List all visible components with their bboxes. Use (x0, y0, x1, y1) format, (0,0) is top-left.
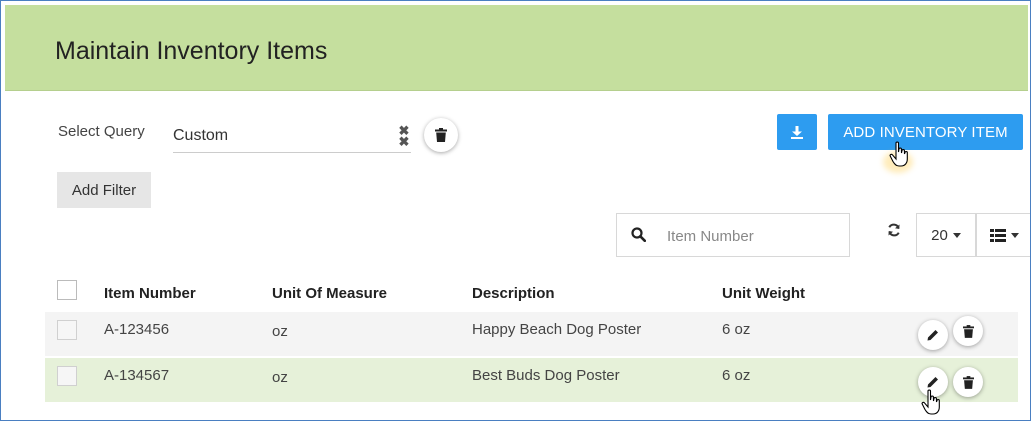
pencil-icon (927, 330, 938, 341)
hover-highlight (883, 151, 913, 173)
column-header-unit-weight[interactable]: Unit Weight (722, 285, 805, 302)
pencil-icon (927, 377, 938, 388)
query-select[interactable]: Custom ✖ ✖ (173, 119, 411, 153)
item-number-cell: A-123456 (104, 321, 170, 338)
search-box (616, 213, 850, 257)
refresh-icon[interactable] (887, 223, 901, 237)
column-header-item-number[interactable]: Item Number (104, 285, 196, 302)
page-header: Maintain Inventory Items (5, 5, 1028, 91)
unit-cell: oz (272, 323, 288, 340)
table-row[interactable]: A-134567 oz Best Buds Dog Poster 6 oz (45, 358, 1018, 402)
edit-button[interactable] (918, 367, 948, 397)
page-size-value: 20 (931, 226, 948, 244)
unit-cell: oz (272, 369, 288, 386)
download-button[interactable] (777, 114, 817, 150)
chevron-down-icon (1010, 232, 1019, 238)
add-filter-button[interactable]: Add Filter (57, 172, 151, 208)
column-header-unit-of-measure[interactable]: Unit Of Measure (272, 285, 387, 302)
search-icon (631, 227, 646, 242)
select-query-label: Select Query (58, 123, 145, 140)
delete-button[interactable] (953, 367, 983, 397)
view-mode-dropdown[interactable] (976, 213, 1030, 257)
trash-icon (962, 324, 974, 338)
list-view-icon (989, 228, 1006, 242)
clear-icon[interactable]: ✖ ✖ (397, 124, 411, 149)
trash-icon (435, 128, 447, 142)
query-value: Custom (173, 127, 229, 144)
page-size-dropdown[interactable]: 20 (916, 213, 976, 257)
delete-button[interactable] (953, 316, 983, 346)
description-cell: Happy Beach Dog Poster (472, 321, 642, 338)
item-number-cell: A-134567 (104, 367, 170, 384)
edit-button[interactable] (918, 320, 948, 350)
table-row[interactable]: A-123456 oz Happy Beach Dog Poster 6 oz (45, 312, 1018, 356)
search-input[interactable] (665, 224, 844, 248)
page-title: Maintain Inventory Items (55, 37, 328, 65)
download-icon (791, 125, 803, 139)
row-checkbox[interactable] (57, 366, 77, 386)
app-window: Maintain Inventory Items Select Query Cu… (0, 0, 1031, 421)
weight-cell: 6 oz (722, 321, 751, 338)
trash-icon (962, 375, 974, 389)
column-header-description[interactable]: Description (472, 285, 555, 302)
chevron-down-icon (952, 232, 961, 238)
delete-query-button[interactable] (424, 118, 458, 152)
add-inventory-item-button[interactable]: ADD INVENTORY ITEM (828, 114, 1023, 150)
weight-cell: 6 oz (722, 367, 751, 384)
select-all-checkbox[interactable] (57, 280, 77, 300)
row-checkbox[interactable] (57, 320, 77, 340)
description-cell: Best Buds Dog Poster (472, 367, 620, 384)
